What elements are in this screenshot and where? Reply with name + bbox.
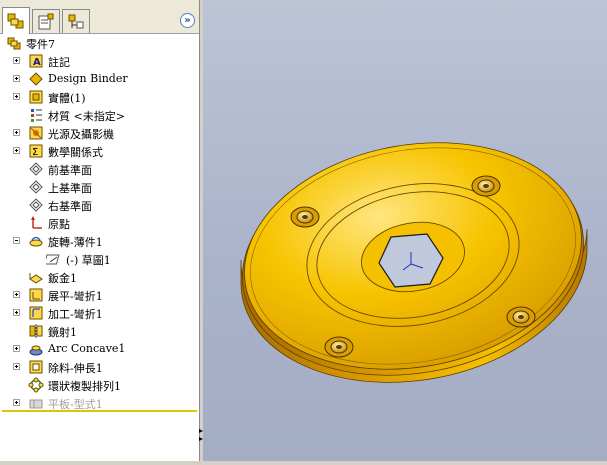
feature-tree-item[interactable]: 右基準面 [0, 196, 199, 214]
countersink-hole [290, 206, 320, 228]
feature-tree-label: 上基準面 [48, 182, 92, 195]
equations-icon: Σ [28, 143, 44, 159]
expand-panel-button[interactable]: » [180, 13, 195, 28]
feature-tree-label: 展平-彎折1 [48, 290, 103, 303]
feature-tree-label: Design Binder [48, 72, 128, 85]
feature-tree-label: 光源及攝影機 [48, 128, 114, 141]
countersink-hole [506, 306, 536, 328]
feature-tree-label: 數學關係式 [48, 146, 103, 159]
process-bends-icon [28, 305, 44, 321]
feature-tree-item[interactable]: 鏡射1 [0, 322, 199, 340]
feature-tree-item[interactable]: 展平-彎折1 [0, 286, 199, 304]
configuration-manager-tab[interactable] [62, 9, 90, 33]
expand-icon[interactable] [13, 291, 20, 298]
svg-text:Σ: Σ [32, 147, 38, 158]
hex-hole-flange-icon[interactable] [203, 0, 607, 461]
configuration-manager-tab-icon [68, 14, 84, 28]
feature-tree-item[interactable]: Σ 數學關係式 [0, 142, 199, 160]
manager-tab-bar: » [0, 0, 199, 34]
feature-tree-item[interactable]: 上基準面 [0, 178, 199, 196]
collapse-icon[interactable] [13, 237, 20, 244]
expand-icon[interactable] [13, 57, 20, 64]
lights-cameras-icon [28, 125, 44, 141]
forming-tool-icon [28, 341, 44, 357]
feature-tree-item[interactable]: 零件7 [0, 34, 199, 52]
feature-tree-item[interactable]: 實體(1) [0, 88, 199, 106]
feature-tree-item[interactable]: 前基準面 [0, 160, 199, 178]
expand-icon[interactable] [13, 345, 20, 352]
origin-icon [28, 215, 44, 231]
feature-manager-tab-icon [7, 13, 24, 29]
feature-tree-item[interactable]: Design Binder [0, 70, 199, 88]
mirror-icon [28, 323, 44, 339]
feature-tree-label: 鏡射1 [48, 326, 77, 339]
material-icon [28, 107, 44, 123]
design-binder-icon [28, 71, 44, 87]
feature-tree-item[interactable]: 光源及攝影機 [0, 124, 199, 142]
extruded-cut-icon [28, 359, 44, 375]
feature-tree-item[interactable]: (-) 草圖1 [0, 250, 199, 268]
feature-tree-label: Arc Concave1 [48, 342, 126, 355]
expand-icon[interactable] [13, 147, 20, 154]
plane-icon [28, 197, 44, 213]
expand-icon[interactable] [13, 129, 20, 136]
countersink-hole [324, 336, 354, 358]
feature-tree-item[interactable]: 旋轉-薄件1 [0, 232, 199, 250]
rollback-bar[interactable] [2, 410, 197, 412]
feature-tree-item[interactable]: 加工-彎折1 [0, 304, 199, 322]
solid-bodies-icon [28, 89, 44, 105]
feature-tree-item[interactable]: A 註記 [0, 52, 199, 70]
plane-icon [28, 161, 44, 177]
feature-tree-label: (-) 草圖1 [66, 254, 111, 267]
expand-icon[interactable] [13, 75, 20, 82]
countersink-hole [471, 175, 501, 197]
feature-tree-label: 註記 [48, 56, 70, 69]
feature-tree-label: 鈑金1 [48, 272, 77, 285]
feature-tree-item[interactable]: Arc Concave1 [0, 340, 199, 358]
annotations-icon: A [28, 53, 44, 69]
property-manager-tab-icon [38, 13, 54, 29]
expand-icon[interactable] [13, 399, 20, 406]
feature-tree-label: 零件7 [26, 38, 55, 51]
feature-tree-item[interactable]: 環狀複製排列1 [0, 376, 199, 394]
feature-tree-label: 前基準面 [48, 164, 92, 177]
part-icon [6, 35, 22, 51]
revolve-thin-icon [28, 233, 44, 249]
plane-icon [28, 179, 44, 195]
feature-tree-label: 環狀複製排列1 [48, 380, 121, 393]
feature-tree-label: 除料-伸長1 [48, 362, 103, 375]
circular-pattern-icon [28, 377, 44, 393]
sheet-metal-icon [28, 269, 44, 285]
flatten-bends-icon [28, 287, 44, 303]
expand-icon[interactable] [13, 93, 20, 100]
feature-tree-item[interactable]: 材質 <未指定> [0, 106, 199, 124]
feature-tree-label: 材質 <未指定> [48, 110, 125, 123]
expand-icon[interactable] [13, 363, 20, 370]
feature-tree-item[interactable]: 原點 [0, 214, 199, 232]
feature-tree-label: 實體(1) [48, 92, 86, 105]
feature-tree-label: 加工-彎折1 [48, 308, 103, 321]
sketch-icon [43, 251, 62, 267]
feature-tree-label: 原點 [48, 218, 70, 231]
expand-icon[interactable] [13, 309, 20, 316]
svg-text:A: A [33, 57, 41, 68]
flat-pattern-icon [28, 395, 44, 411]
graphics-viewport[interactable] [203, 0, 607, 461]
feature-tree-label: 旋轉-薄件1 [48, 236, 103, 249]
feature-tree-item[interactable]: 除料-伸長1 [0, 358, 199, 376]
property-manager-tab[interactable] [32, 9, 60, 33]
feature-tree-label: 右基準面 [48, 200, 92, 213]
feature-manager-tab[interactable] [2, 7, 30, 34]
feature-tree-item[interactable]: 鈑金1 [0, 268, 199, 286]
feature-manager-panel: » 零件7 A 註記 Design Binder 實體(1) 材質 <未指定> 光源及攝影機… [0, 0, 200, 461]
